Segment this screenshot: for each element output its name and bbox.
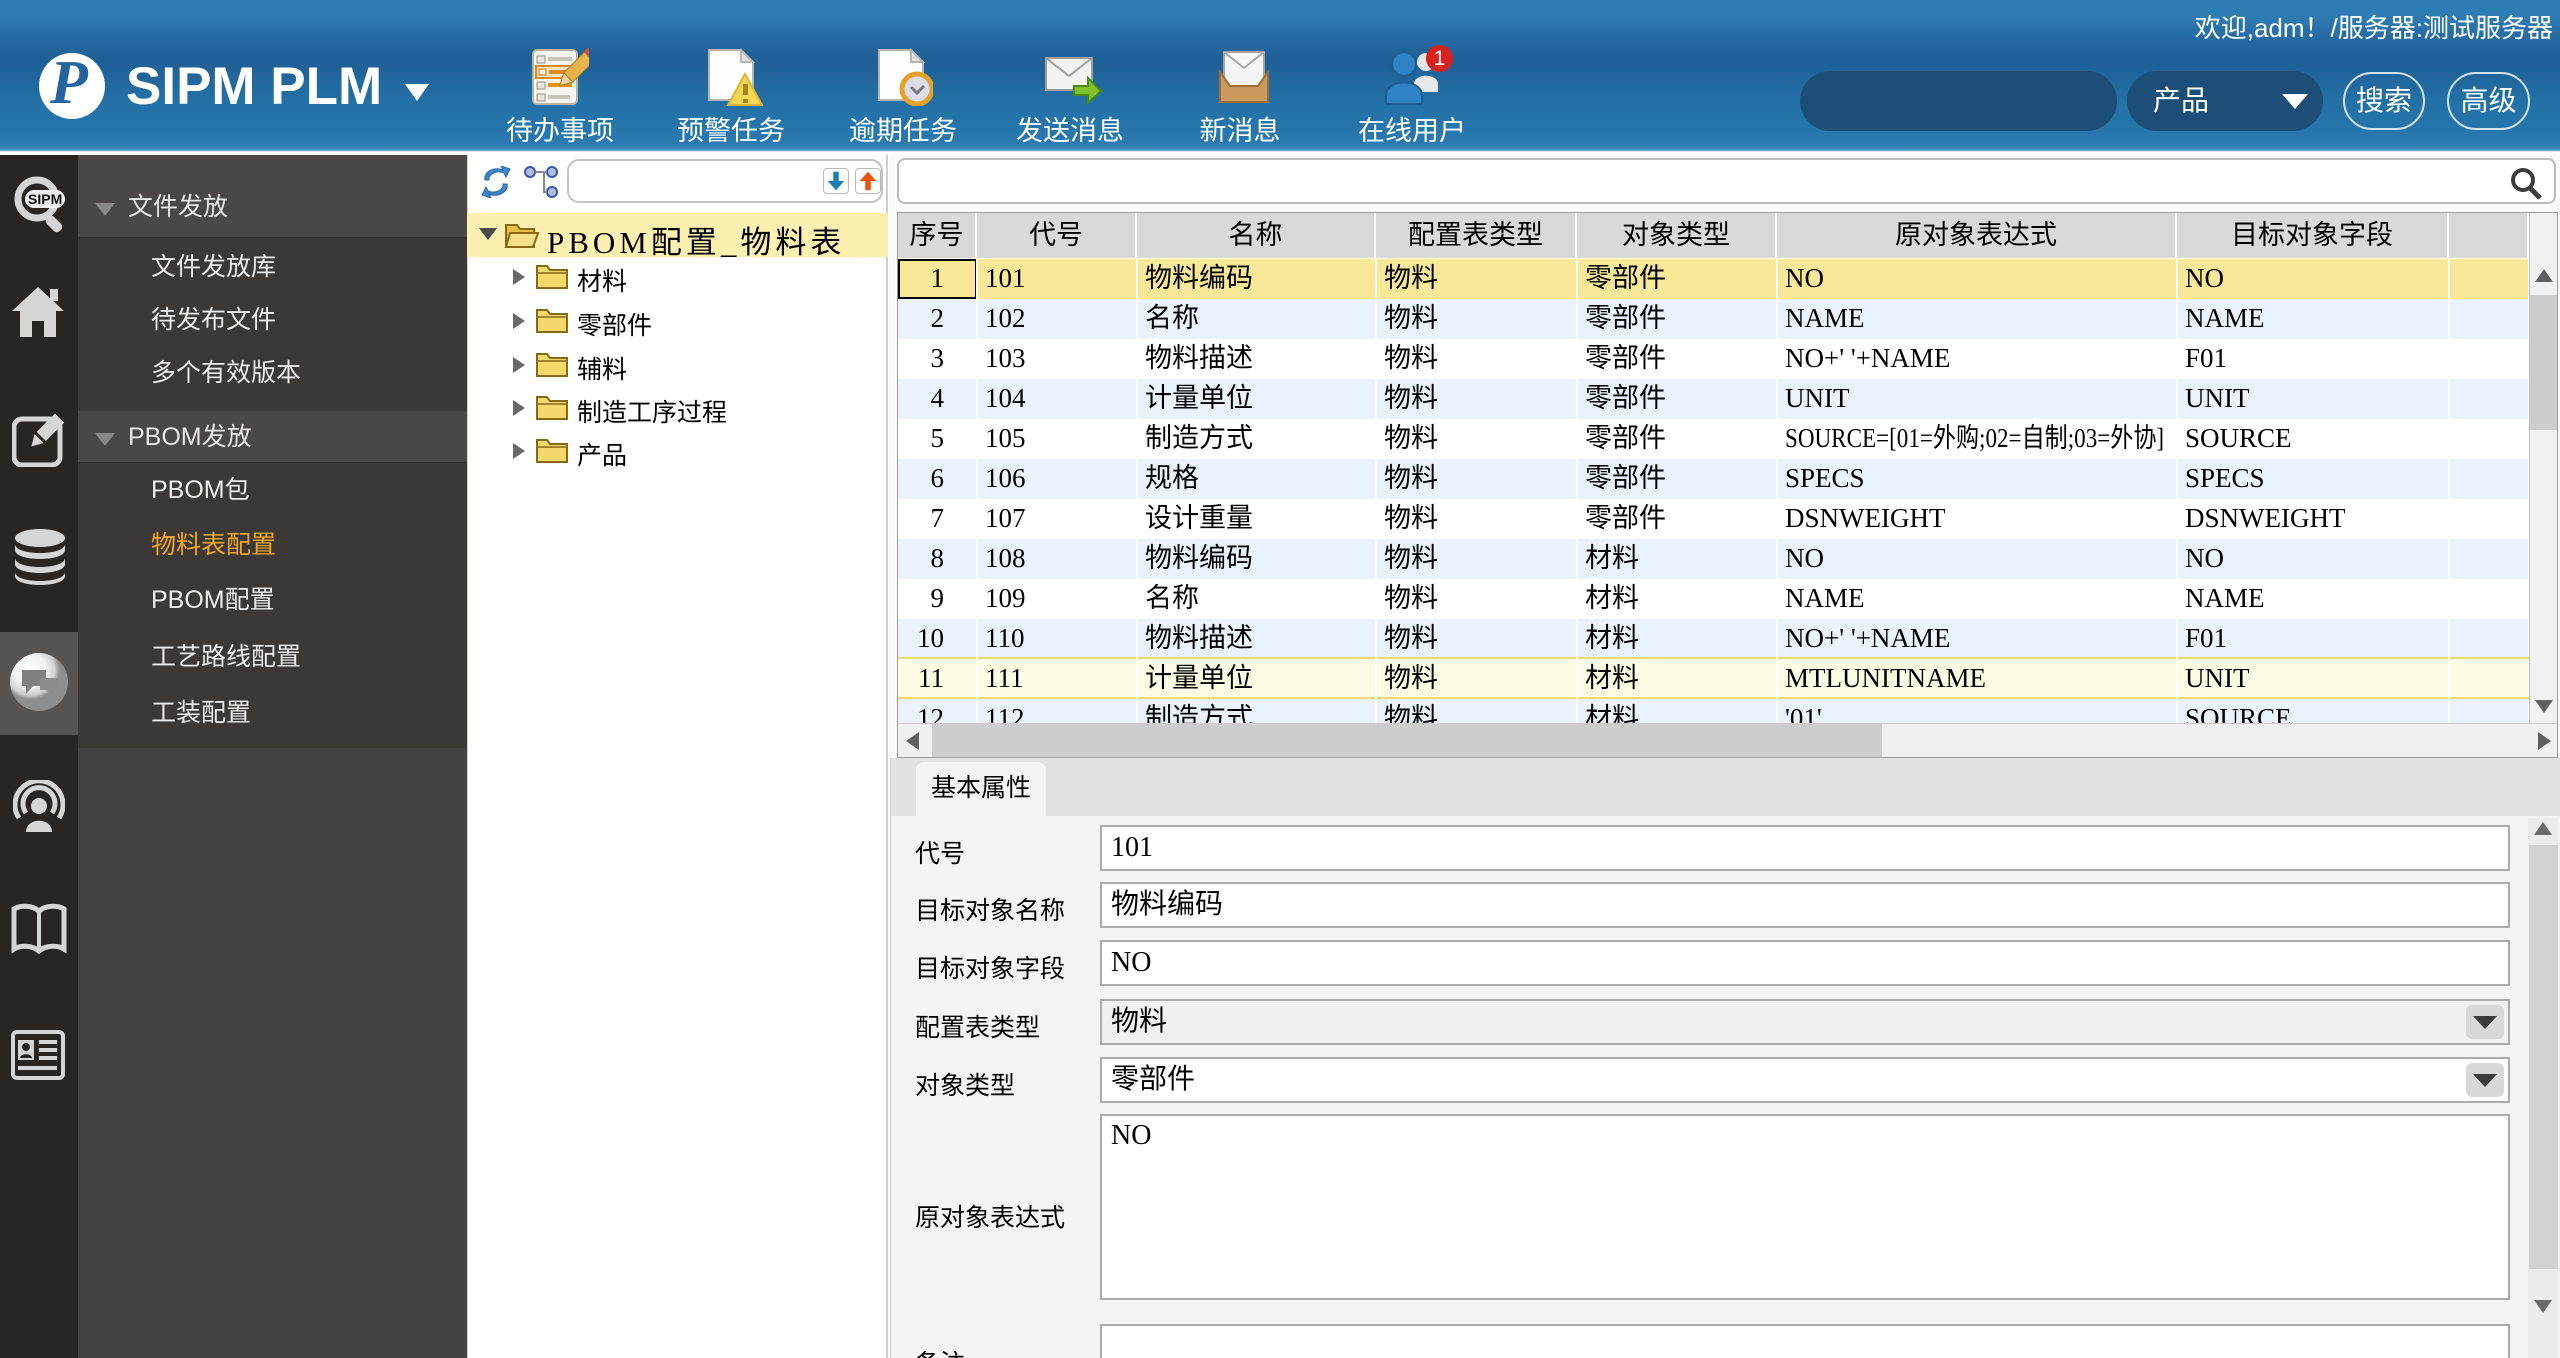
svg-text:SIPM: SIPM (28, 191, 62, 207)
